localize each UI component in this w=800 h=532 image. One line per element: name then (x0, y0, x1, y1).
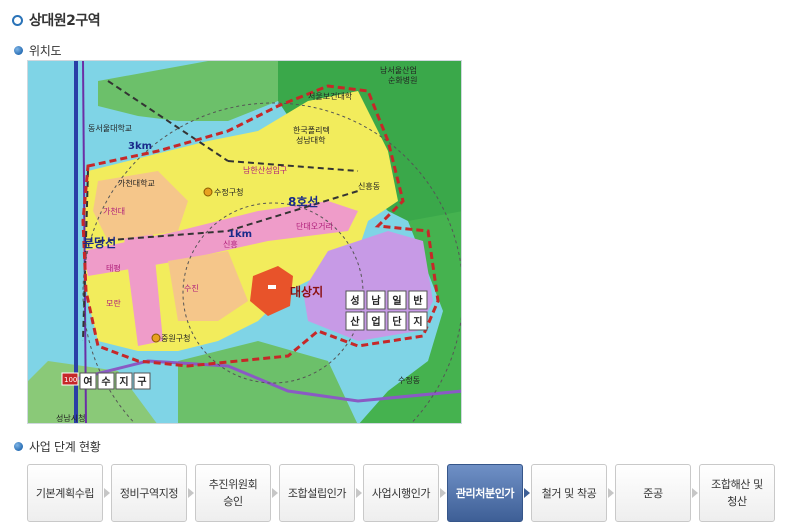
map-label-dongseoul: 동서울대학교 (88, 123, 132, 133)
bullet-dot-icon (14, 441, 23, 451)
industrial-char: 지 (413, 315, 422, 328)
progress-step: 조합해산 및 청산 (699, 464, 775, 522)
map-label-gachondae: 가천대 (103, 206, 125, 216)
map-label-sinheung: 신흥 (223, 239, 238, 249)
page-title: 상대원2구역 (12, 10, 101, 30)
location-heading-text: 위치도 (29, 43, 62, 58)
progress-heading: 사업 단계 현황 (14, 438, 101, 454)
map-label-terminal: 남한산성입구 (243, 165, 287, 175)
map-label-sujeong-office: 수정구청 (214, 187, 243, 197)
industrial-char: 일 (392, 294, 401, 307)
map-label-sujin: 수진 (184, 283, 199, 293)
step-arrow-icon (608, 488, 614, 498)
map-label-jungwon-office: 중원구청 (161, 334, 190, 343)
map-label-radius-3km: 3km (128, 141, 152, 152)
map-label-radius-1km: 1km (228, 229, 252, 240)
district-char: 구 (137, 376, 146, 388)
progress-steps: 기본계획수립 정비구역지정 추진위원회 승인 조합설립인가 사업시행인가 관리처분인가 철거… (27, 464, 777, 522)
step-arrow-icon (440, 488, 446, 498)
step-arrow-icon (104, 488, 110, 498)
step-arrow-icon (524, 488, 530, 498)
district-char: 지 (119, 375, 128, 388)
step-arrow-icon (272, 488, 278, 498)
progress-step: 준공 (615, 464, 691, 522)
progress-step: 추진위원회 승인 (195, 464, 271, 522)
progress-step: 기본계획수립 (27, 464, 103, 522)
industrial-char: 업 (371, 315, 380, 328)
progress-step: 사업시행인가 (363, 464, 439, 522)
map-label-seoul-health: 서울보건대학 (308, 91, 353, 101)
bullet-dot-icon (14, 45, 23, 55)
industrial-char: 성 (350, 294, 359, 307)
step-arrow-icon (188, 488, 194, 498)
map-label-taepyeong: 태평 (106, 263, 121, 273)
map-label-hospital: 순화병원 (388, 76, 417, 85)
industrial-char: 남 (371, 294, 381, 307)
district-char: 여 (83, 375, 92, 388)
map-label-target: 대상지 (290, 284, 323, 299)
industrial-char: 산 (350, 315, 360, 328)
progress-step: 관리처분인가 (447, 464, 523, 522)
industrial-char: 단 (392, 315, 402, 328)
map-label-hanyeong2: 성남대학 (296, 135, 326, 145)
location-heading: 위치도 (14, 42, 62, 58)
ring-icon (12, 14, 23, 26)
map-label-univ-top: 남서울산업 (380, 65, 417, 75)
step-arrow-icon (692, 488, 698, 498)
page-title-text: 상대원2구역 (29, 13, 101, 29)
map-label-sujeong-dong: 수정동 (398, 375, 420, 385)
map-label-line8: 8호선 (288, 194, 318, 209)
map-label-sinheung-dong: 신흥동 (358, 181, 380, 191)
map-label-hanyeong: 한국폴리텍 (293, 125, 330, 135)
map-label-hwy: 100 (64, 376, 77, 384)
location-map: 남서울산업 순화병원 서울보건대학 동서울대학교 한국폴리텍 성남대학 가천대학… (27, 60, 462, 424)
map-label-bundang: 분당선 (83, 235, 116, 250)
progress-step: 철거 및 착공 (531, 464, 607, 522)
map-label-gachon: 가천대학교 (118, 178, 155, 188)
map-label-yatap: 성남시청 (56, 414, 85, 423)
progress-step: 정비구역지정 (111, 464, 187, 522)
progress-heading-text: 사업 단계 현황 (29, 439, 101, 454)
map-label-moran: 모란 (106, 298, 121, 308)
step-arrow-icon (356, 488, 362, 498)
progress-step: 조합설립인가 (279, 464, 355, 522)
location-map-image: 남서울산업 순화병원 서울보건대학 동서울대학교 한국폴리텍 성남대학 가천대학… (28, 61, 461, 423)
industrial-char: 반 (413, 294, 423, 307)
district-char: 수 (101, 376, 110, 388)
map-label-dandae: 단대오거리 (296, 221, 333, 231)
